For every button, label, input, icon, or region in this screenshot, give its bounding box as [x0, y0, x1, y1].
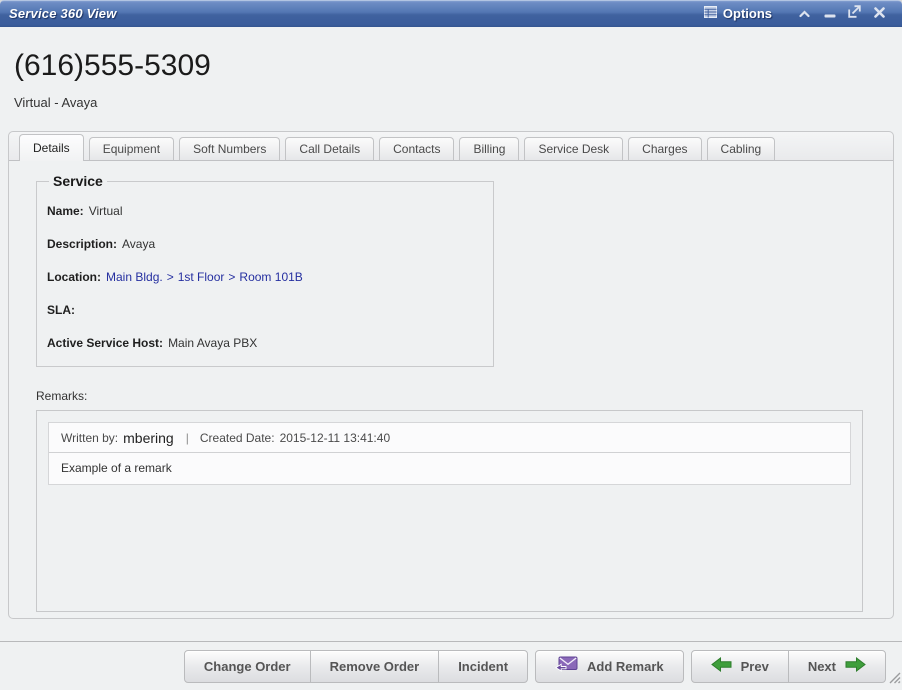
- tab-equipment[interactable]: Equipment: [89, 137, 174, 160]
- remark-text: Example of a remark: [49, 453, 850, 484]
- name-label: Name:: [47, 204, 84, 218]
- tab-call-details[interactable]: Call Details: [285, 137, 374, 160]
- created-date-value: 2015-12-11 13:41:40: [280, 431, 391, 445]
- arrow-right-icon: [845, 657, 866, 675]
- location-link-room[interactable]: Room 101B: [239, 270, 302, 284]
- remark-divider: |: [186, 431, 189, 445]
- remove-order-button[interactable]: Remove Order: [310, 651, 439, 682]
- page-header: (616)555-5309 Virtual - Avaya: [0, 27, 902, 110]
- tab-contacts[interactable]: Contacts: [379, 137, 454, 160]
- order-button-group: Change Order Remove Order Incident: [184, 650, 528, 683]
- minimize-button[interactable]: [817, 4, 842, 24]
- collapse-button[interactable]: [792, 4, 817, 24]
- prev-button[interactable]: Prev: [692, 651, 788, 682]
- window-title: Service 360 View: [9, 6, 117, 21]
- service-fieldset: Service Name: Virtual Description: Avaya L…: [36, 173, 494, 367]
- remarks-box: Written by: mbering | Created Date: 2015…: [36, 410, 863, 612]
- bottom-toolbar: Change Order Remove Order Incident Add R…: [0, 641, 902, 690]
- details-tab-content: Service Name: Virtual Description: Avaya L…: [9, 161, 893, 612]
- close-icon: [874, 5, 885, 23]
- tab-service-desk[interactable]: Service Desk: [524, 137, 623, 160]
- location-link-floor[interactable]: 1st Floor: [178, 270, 225, 284]
- close-button[interactable]: [867, 4, 892, 24]
- phone-heading: (616)555-5309: [14, 51, 888, 81]
- location-separator: >: [228, 270, 235, 284]
- minus-icon: [824, 5, 836, 23]
- tab-charges[interactable]: Charges: [628, 137, 701, 160]
- tab-panel: Details Equipment Soft Numbers Call Deta…: [8, 131, 894, 619]
- name-value: Virtual: [89, 204, 123, 218]
- tab-details[interactable]: Details: [19, 134, 84, 161]
- incident-button[interactable]: Incident: [438, 651, 527, 682]
- add-remark-group: Add Remark: [535, 650, 684, 683]
- envelope-arrow-icon: [555, 656, 578, 677]
- tab-soft-numbers[interactable]: Soft Numbers: [179, 137, 280, 160]
- location-label: Location:: [47, 270, 101, 284]
- written-by-label: Written by:: [61, 431, 118, 445]
- host-label: Active Service Host:: [47, 336, 163, 350]
- next-button[interactable]: Next: [788, 651, 885, 682]
- popout-icon: [848, 5, 861, 23]
- add-remark-label: Add Remark: [587, 659, 664, 674]
- arrow-left-icon: [711, 657, 732, 675]
- field-row-host: Active Service Host: Main Avaya PBX: [47, 336, 481, 350]
- sla-label: SLA:: [47, 303, 75, 317]
- remark-entry: Written by: mbering | Created Date: 2015…: [48, 422, 851, 485]
- description-label: Description:: [47, 237, 117, 251]
- prev-next-group: Prev Next: [691, 650, 886, 683]
- created-date-label: Created Date:: [200, 431, 275, 445]
- options-label: Options: [723, 6, 772, 21]
- field-row-description: Description: Avaya: [47, 237, 481, 251]
- tab-cabling[interactable]: Cabling: [707, 137, 776, 160]
- next-label: Next: [808, 659, 836, 674]
- popout-button[interactable]: [842, 4, 867, 24]
- options-button[interactable]: Options: [704, 6, 772, 21]
- resize-grip-icon: [887, 671, 901, 688]
- resize-grip[interactable]: [887, 670, 901, 689]
- titlebar-controls: Options: [704, 4, 892, 24]
- add-remark-button[interactable]: Add Remark: [536, 651, 683, 682]
- field-row-sla: SLA:: [47, 303, 481, 317]
- service-360-window: Service 360 View Options: [0, 0, 902, 690]
- location-separator: >: [167, 270, 174, 284]
- host-value: Main Avaya PBX: [168, 336, 257, 350]
- location-link-building[interactable]: Main Bldg.: [106, 270, 163, 284]
- field-row-location: Location:Main Bldg.>1st Floor>Room 101B: [47, 270, 481, 284]
- remark-header: Written by: mbering | Created Date: 2015…: [49, 423, 850, 453]
- options-grid-icon: [704, 6, 717, 21]
- remark-author: mbering: [123, 430, 174, 446]
- prev-label: Prev: [741, 659, 769, 674]
- tab-billing[interactable]: Billing: [459, 137, 519, 160]
- remarks-label: Remarks:: [36, 389, 863, 403]
- field-row-name: Name: Virtual: [47, 204, 481, 218]
- change-order-button[interactable]: Change Order: [185, 651, 310, 682]
- tab-strip: Details Equipment Soft Numbers Call Deta…: [9, 132, 893, 161]
- titlebar: Service 360 View Options: [0, 0, 902, 27]
- description-value: Avaya: [122, 237, 155, 251]
- service-subtitle: Virtual - Avaya: [14, 95, 888, 110]
- service-legend: Service: [49, 173, 107, 189]
- chevron-up-icon: [799, 5, 810, 23]
